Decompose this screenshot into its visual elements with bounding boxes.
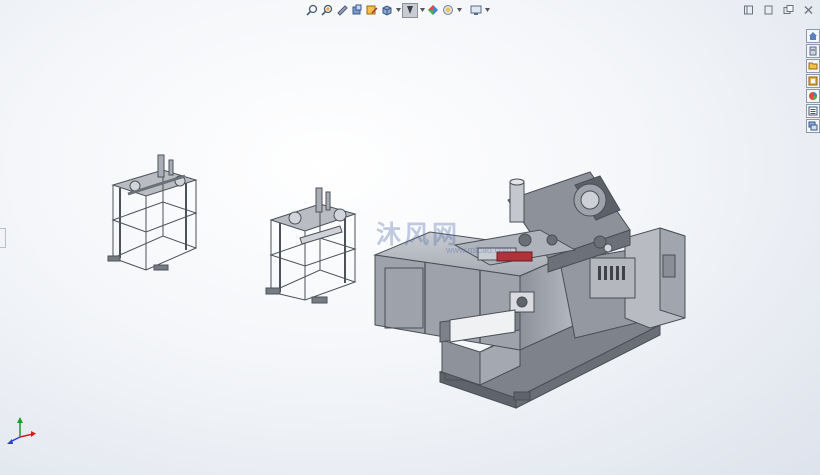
coordinate-triad [7,417,36,444]
loading-stand-left [107,154,198,271]
loading-stand-right [265,187,357,304]
watermark-url: www.mfcad.com [446,245,512,255]
sawing-machine-assembly [373,171,686,409]
